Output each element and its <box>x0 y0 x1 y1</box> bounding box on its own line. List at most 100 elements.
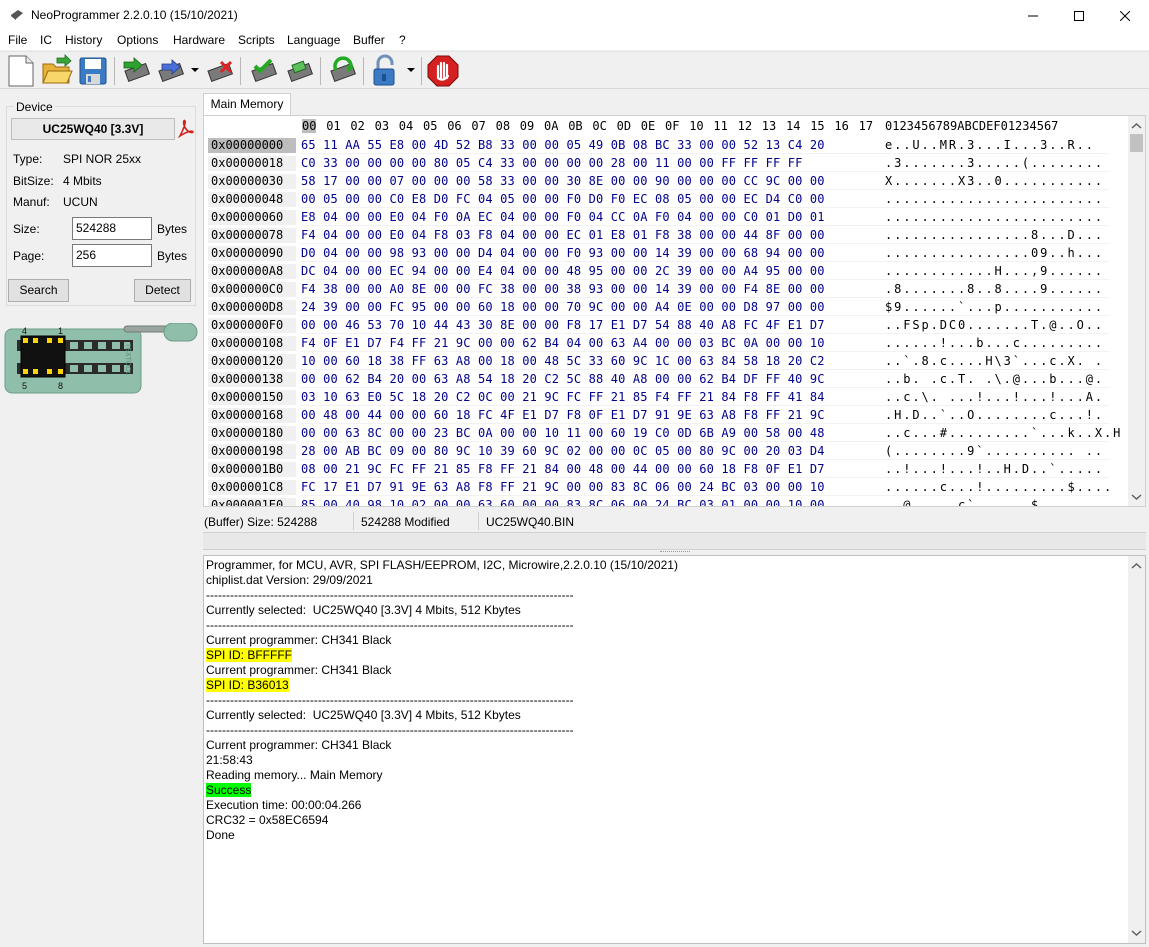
row-hex-bytes[interactable]: 85 00 40 98 10 02 00 00 63 60 00 00 83 8… <box>301 498 825 506</box>
log-output[interactable]: Programmer, for MCU, AVR, SPI FLASH/EEPR… <box>203 555 1146 944</box>
hex-row[interactable]: 0x00000198 28 00 AB BC 09 00 80 9C 10 39 … <box>204 442 1134 460</box>
hex-scroll-thumb[interactable] <box>1130 134 1143 152</box>
row-ascii[interactable]: .8.......8..8....9...... <box>885 282 1104 296</box>
row-hex-bytes[interactable]: E8 04 00 00 E0 04 F0 0A EC 04 00 00 F0 0… <box>301 210 825 224</box>
page-input[interactable]: 256 <box>72 244 152 267</box>
menu-buffer[interactable]: Buffer <box>353 33 385 47</box>
row-ascii[interactable]: ..c.\. ...!...!...!...A. <box>885 390 1104 404</box>
blank-check-button[interactable] <box>283 54 317 88</box>
search-button[interactable]: Search <box>8 279 69 302</box>
hex-row[interactable]: 0x00000108 F4 0F E1 D7 F4 FF 21 9C 00 00 … <box>204 334 1134 352</box>
hex-row[interactable]: 0x00000018 C0 33 00 00 00 00 80 05 C4 33 … <box>204 154 1134 172</box>
row-hex-bytes[interactable]: F4 38 00 00 A0 8E 00 00 FC 38 00 00 38 9… <box>301 282 825 296</box>
hex-row[interactable]: 0x000000C0 F4 38 00 00 A0 8E 00 00 FC 38 … <box>204 280 1134 298</box>
menu-hardware[interactable]: Hardware <box>173 33 225 47</box>
menu-ic[interactable]: IC <box>40 33 52 47</box>
hex-row[interactable]: 0x000000F0 00 00 46 53 70 10 44 43 30 8E … <box>204 316 1134 334</box>
hex-row[interactable]: 0x00000090 D0 04 00 00 98 93 00 00 D4 04 … <box>204 244 1134 262</box>
menu-help[interactable]: ? <box>399 33 406 47</box>
row-hex-bytes[interactable]: 10 00 60 18 38 FF 63 A8 00 18 00 48 5C 3… <box>301 354 825 368</box>
hex-row[interactable]: 0x00000060 E8 04 00 00 E0 04 F0 0A EC 04 … <box>204 208 1134 226</box>
row-hex-bytes[interactable]: 00 00 62 B4 20 00 63 A8 54 18 20 C2 5C 8… <box>301 372 825 386</box>
close-button[interactable] <box>1102 0 1148 31</box>
row-hex-bytes[interactable]: FC 17 E1 D7 91 9E 63 A8 F8 FF 21 9C 00 0… <box>301 480 825 494</box>
hex-row[interactable]: 0x00000120 10 00 60 18 38 FF 63 A8 00 18 … <box>204 352 1134 370</box>
stop-button[interactable] <box>426 54 460 88</box>
write-chip-button[interactable] <box>154 54 188 88</box>
hex-row[interactable]: 0x000001B0 08 00 21 9C FC FF 21 85 F8 FF … <box>204 460 1134 478</box>
row-hex-bytes[interactable]: 24 39 00 00 FC 95 00 00 60 18 00 00 70 9… <box>301 300 825 314</box>
row-ascii[interactable]: ......!...b...c......... <box>885 336 1104 350</box>
hex-row[interactable]: 0x000001E0 85 00 40 98 10 02 00 00 63 60 … <box>204 496 1134 506</box>
hex-row[interactable]: 0x00000168 00 48 00 44 00 00 60 18 FC 4F … <box>204 406 1134 424</box>
menu-options[interactable]: Options <box>117 33 158 47</box>
verify-chip-button[interactable] <box>247 54 281 88</box>
tab-main-memory[interactable]: Main Memory <box>203 93 291 116</box>
hex-row[interactable]: 0x00000180 00 00 63 8C 00 00 23 BC 0A 00 … <box>204 424 1134 442</box>
row-ascii[interactable]: ........................ <box>885 210 1104 224</box>
row-ascii[interactable]: ................09..h... <box>885 246 1104 260</box>
scroll-down-icon[interactable] <box>1128 925 1145 941</box>
menu-history[interactable]: History <box>65 33 102 47</box>
device-name[interactable]: UC25WQ40 [3.3V] <box>11 118 175 140</box>
row-ascii[interactable]: X.......X3..0........... <box>885 174 1104 188</box>
hex-row[interactable]: 0x00000078 F4 04 00 00 E0 04 F8 03 F8 04 … <box>204 226 1134 244</box>
pdf-icon[interactable] <box>177 119 195 139</box>
hex-row[interactable]: 0x00000000 65 11 AA 55 E8 00 4D 52 B8 33 … <box>204 136 1134 154</box>
maximize-button[interactable] <box>1056 0 1102 31</box>
row-ascii[interactable]: ..@.....c`......$....... <box>885 498 1104 506</box>
new-button[interactable] <box>4 54 38 88</box>
scroll-down-icon[interactable] <box>1128 489 1145 505</box>
splitter-handle[interactable] <box>660 551 690 554</box>
hex-row[interactable]: 0x00000138 00 00 62 B4 20 00 63 A8 54 18 … <box>204 370 1134 388</box>
detect-button[interactable]: Detect <box>134 279 191 302</box>
row-hex-bytes[interactable]: 00 05 00 00 C0 E8 D0 FC 04 05 00 00 F0 D… <box>301 192 825 206</box>
row-ascii[interactable]: ..!...!...!..H.D..`..... <box>885 462 1104 476</box>
size-input[interactable]: 524288 <box>72 217 152 240</box>
row-hex-bytes[interactable]: 03 10 63 E0 5C 18 20 C2 0C 00 21 9C FC F… <box>301 390 825 404</box>
row-ascii[interactable]: ..b. .c.T. .\.@...b...@. <box>885 372 1104 386</box>
row-ascii[interactable]: ..c...#.........`...k..X.H <box>885 426 1122 440</box>
hex-scrollbar[interactable] <box>1128 116 1145 506</box>
row-hex-bytes[interactable]: 65 11 AA 55 E8 00 4D 52 B8 33 00 00 05 4… <box>301 138 825 152</box>
row-ascii[interactable]: ......c...!.........$.... <box>885 480 1113 494</box>
menu-language[interactable]: Language <box>287 33 340 47</box>
row-ascii[interactable]: ..`.8.c....H\3`...c.X. . <box>885 354 1104 368</box>
row-hex-bytes[interactable]: 00 00 63 8C 00 00 23 BC 0A 00 00 10 11 0… <box>301 426 825 440</box>
menu-scripts[interactable]: Scripts <box>238 33 275 47</box>
save-button[interactable] <box>76 54 110 88</box>
hex-row[interactable]: 0x00000150 03 10 63 E0 5C 18 20 C2 0C 00 … <box>204 388 1134 406</box>
read-chip-button[interactable] <box>120 54 154 88</box>
hex-row[interactable]: 0x000001C8 FC 17 E1 D7 91 9E 63 A8 F8 FF … <box>204 478 1134 496</box>
open-button[interactable] <box>40 54 74 88</box>
chevron-down-icon[interactable] <box>191 66 199 74</box>
row-hex-bytes[interactable]: C0 33 00 00 00 00 80 05 C4 33 00 00 00 0… <box>301 156 802 170</box>
hex-row[interactable]: 0x00000030 58 17 00 00 07 00 00 00 58 33 … <box>204 172 1134 190</box>
chevron-down-icon[interactable] <box>407 66 415 74</box>
row-hex-bytes[interactable]: F4 04 00 00 E0 04 F8 03 F8 04 00 00 EC 0… <box>301 228 825 242</box>
row-hex-bytes[interactable]: DC 04 00 00 EC 94 00 00 E4 04 00 00 48 9… <box>301 264 825 278</box>
erase-chip-button[interactable] <box>203 54 237 88</box>
row-ascii[interactable]: (........9`.......... .. <box>885 444 1104 458</box>
protect-button[interactable] <box>370 54 404 88</box>
row-ascii[interactable]: $9......`...p........... <box>885 300 1104 314</box>
row-ascii[interactable]: .H.D..`..O........c...!. <box>885 408 1104 422</box>
row-ascii[interactable]: e..U..MR.3...I...3..R.. <box>885 138 1104 152</box>
log-scrollbar[interactable] <box>1128 556 1145 943</box>
row-hex-bytes[interactable]: 28 00 AB BC 09 00 80 9C 10 39 60 9C 02 0… <box>301 444 825 458</box>
auto-program-button[interactable] <box>326 54 360 88</box>
row-hex-bytes[interactable]: 58 17 00 00 07 00 00 00 58 33 00 00 30 8… <box>301 174 825 188</box>
row-ascii[interactable]: ................8...D... <box>885 228 1104 242</box>
row-ascii[interactable]: .3.......3.....(........ <box>885 156 1104 170</box>
scroll-up-icon[interactable] <box>1128 118 1145 134</box>
menu-file[interactable]: File <box>8 33 27 47</box>
row-hex-bytes[interactable]: D0 04 00 00 98 93 00 00 D4 04 00 00 F0 9… <box>301 246 825 260</box>
hex-row[interactable]: 0x000000D8 24 39 00 00 FC 95 00 00 60 18 … <box>204 298 1134 316</box>
row-hex-bytes[interactable]: 00 48 00 44 00 00 60 18 FC 4F E1 D7 F8 0… <box>301 408 825 422</box>
scroll-up-icon[interactable] <box>1128 558 1145 574</box>
minimize-button[interactable] <box>1010 0 1056 31</box>
hex-editor[interactable]: 00 01 02 03 04 05 06 07 08 09 0A 0B 0C 0D 0E 0F 10 11 12 13… <box>203 115 1146 507</box>
hex-row[interactable]: 0x000000A8 DC 04 00 00 EC 94 00 00 E4 04 … <box>204 262 1134 280</box>
row-ascii[interactable]: ..FSp.DC0.......T.@..O.. <box>885 318 1104 332</box>
row-ascii[interactable]: ........................ <box>885 192 1104 206</box>
